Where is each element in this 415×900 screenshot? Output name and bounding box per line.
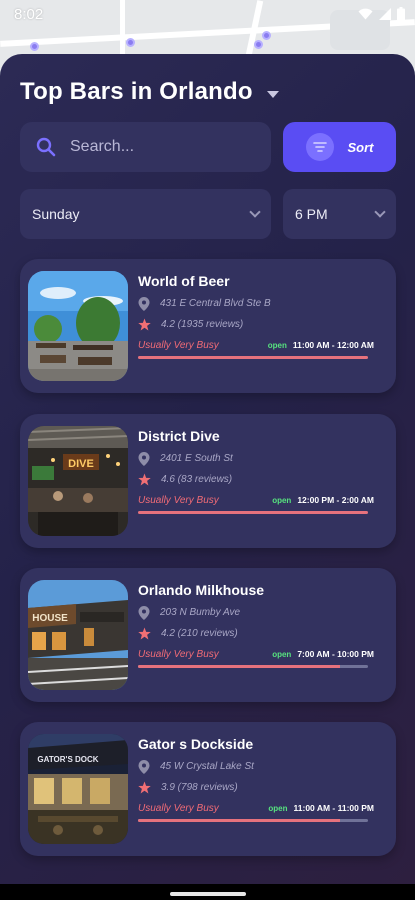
bar-rating: 4.2 (1935 reviews) (161, 319, 244, 330)
battery-icon (397, 7, 405, 21)
status-time: 8:02 (14, 5, 44, 23)
busy-label: Usually Very Busy (138, 339, 219, 351)
bar-info: Gator s Dockside 45 W Crystal Lake St 3.… (138, 736, 374, 822)
bar-address: 203 N Bumby Ave (160, 607, 241, 618)
bar-name: Orlando Milkhouse (138, 582, 265, 598)
busy-row: Usually Very Busy open 11:00 AM - 12:00 … (138, 336, 374, 354)
address-row: 203 N Bumby Ave (138, 602, 374, 623)
busyness-bar-fill (138, 511, 368, 514)
busyness-bar-fill (138, 819, 341, 822)
open-status: open (272, 495, 292, 505)
star-icon (138, 781, 151, 794)
map-pin[interactable] (30, 42, 39, 51)
bar-card[interactable]: HOUSE Orlando Milkhouse 203 N Bumby Ave (20, 568, 396, 702)
busyness-bar (138, 511, 368, 514)
filter-icon (305, 133, 334, 161)
search-placeholder: Search... (70, 138, 135, 155)
search-icon (36, 137, 56, 157)
bar-address: 431 E Central Blvd Ste B (160, 298, 271, 309)
rating-row: 4.6 (83 reviews) (138, 469, 374, 490)
bar-address: 2401 E South St (160, 453, 233, 464)
busy-row: Usually Very Busy open 7:00 AM - 10:00 P… (138, 645, 374, 663)
busy-row: Usually Very Busy open 11:00 AM - 11:00 … (138, 799, 374, 817)
bar-info: World of Beer 431 E Central Blvd Ste B 4… (138, 273, 374, 359)
address-row: 431 E Central Blvd Ste B (138, 293, 374, 314)
busy-label: Usually Very Busy (138, 494, 219, 506)
wifi-icon (358, 8, 373, 20)
location-pin-icon (138, 451, 150, 466)
hours-info: open 12:00 PM - 2:00 AM (272, 495, 374, 505)
bar-rating: 3.9 (798 reviews) (161, 782, 238, 793)
bar-address: 45 W Crystal Lake St (160, 761, 254, 772)
signal-icon (379, 8, 391, 20)
sort-button[interactable]: Sort (283, 122, 396, 172)
bar-info: District Dive 2401 E South St 4.6 (83 re… (138, 428, 374, 514)
map-pin[interactable] (126, 38, 135, 47)
time-value: 6 PM (295, 206, 328, 222)
search-input[interactable]: Search... (20, 122, 271, 172)
chevron-down-icon (249, 206, 261, 218)
busy-row: Usually Very Busy open 12:00 PM - 2:00 A… (138, 491, 374, 509)
bar-name: World of Beer (138, 273, 230, 289)
map-pin[interactable] (262, 31, 271, 40)
page-title: Top Bars in Orlando (20, 78, 253, 105)
day-select[interactable]: Sunday (20, 189, 271, 239)
time-select[interactable]: 6 PM (283, 189, 396, 239)
sort-label: Sort (347, 139, 374, 155)
location-pin-icon (138, 759, 150, 774)
location-pin-icon (138, 296, 150, 311)
bar-name: Gator s Dockside (138, 736, 254, 752)
bar-name: District Dive (138, 428, 220, 444)
bar-rating: 4.6 (83 reviews) (161, 474, 233, 485)
status-bar: 8:02 (0, 0, 415, 28)
open-status: open (267, 340, 287, 350)
chevron-down-icon (374, 206, 386, 218)
bar-photo: DIVE (28, 426, 128, 536)
bar-card[interactable]: World of Beer 431 E Central Blvd Ste B 4… (20, 259, 396, 393)
busyness-bar (138, 356, 368, 359)
address-row: 45 W Crystal Lake St (138, 756, 374, 777)
rating-row: 4.2 (210 reviews) (138, 623, 374, 644)
bar-card[interactable]: GATOR'S DOCK Gator s Dockside 45 W Cryst… (20, 722, 396, 856)
busy-label: Usually Very Busy (138, 802, 219, 814)
opening-hours: 7:00 AM - 10:00 PM (297, 649, 374, 659)
opening-hours: 11:00 AM - 12:00 AM (292, 340, 374, 350)
hours-info: open 7:00 AM - 10:00 PM (272, 649, 374, 659)
svg-text:DIVE: DIVE (68, 458, 94, 470)
bar-photo: GATOR'S DOCK (28, 734, 128, 844)
caret-down-icon (266, 90, 279, 98)
status-icons (358, 7, 405, 21)
busy-label: Usually Very Busy (138, 648, 219, 660)
busyness-bar-fill (138, 665, 341, 668)
busyness-bar-fill (138, 356, 368, 359)
home-gesture-handle[interactable] (170, 892, 246, 896)
address-row: 2401 E South St (138, 448, 374, 469)
bar-info: Orlando Milkhouse 203 N Bumby Ave 4.2 (2… (138, 582, 374, 668)
busyness-bar (138, 665, 368, 668)
rating-row: 4.2 (1935 reviews) (138, 314, 374, 335)
bar-card[interactable]: DIVE District Dive 2401 E South St 4.6 (… (20, 414, 396, 548)
bar-photo (28, 271, 128, 381)
bar-photo: HOUSE (28, 580, 128, 690)
busyness-bar (138, 819, 368, 822)
hours-info: open 11:00 AM - 11:00 PM (268, 803, 374, 813)
bar-rating: 4.2 (210 reviews) (161, 628, 238, 639)
svg-text:HOUSE: HOUSE (32, 613, 68, 624)
bars-sheet: Top Bars in Orlando Search... Sort Sunda… (0, 54, 415, 884)
star-icon (138, 318, 151, 331)
day-value: Sunday (32, 206, 80, 222)
rating-row: 3.9 (798 reviews) (138, 777, 374, 798)
star-icon (138, 627, 151, 640)
opening-hours: 12:00 PM - 2:00 AM (297, 495, 374, 505)
opening-hours: 11:00 AM - 11:00 PM (293, 803, 374, 813)
title-dropdown[interactable]: Top Bars in Orlando (20, 78, 279, 106)
open-status: open (268, 803, 288, 813)
star-icon (138, 473, 151, 486)
hours-info: open 11:00 AM - 12:00 AM (268, 340, 374, 350)
svg-text:GATOR'S DOCK: GATOR'S DOCK (37, 755, 98, 764)
map-pin[interactable] (254, 40, 263, 49)
location-pin-icon (138, 605, 150, 620)
open-status: open (272, 649, 292, 659)
